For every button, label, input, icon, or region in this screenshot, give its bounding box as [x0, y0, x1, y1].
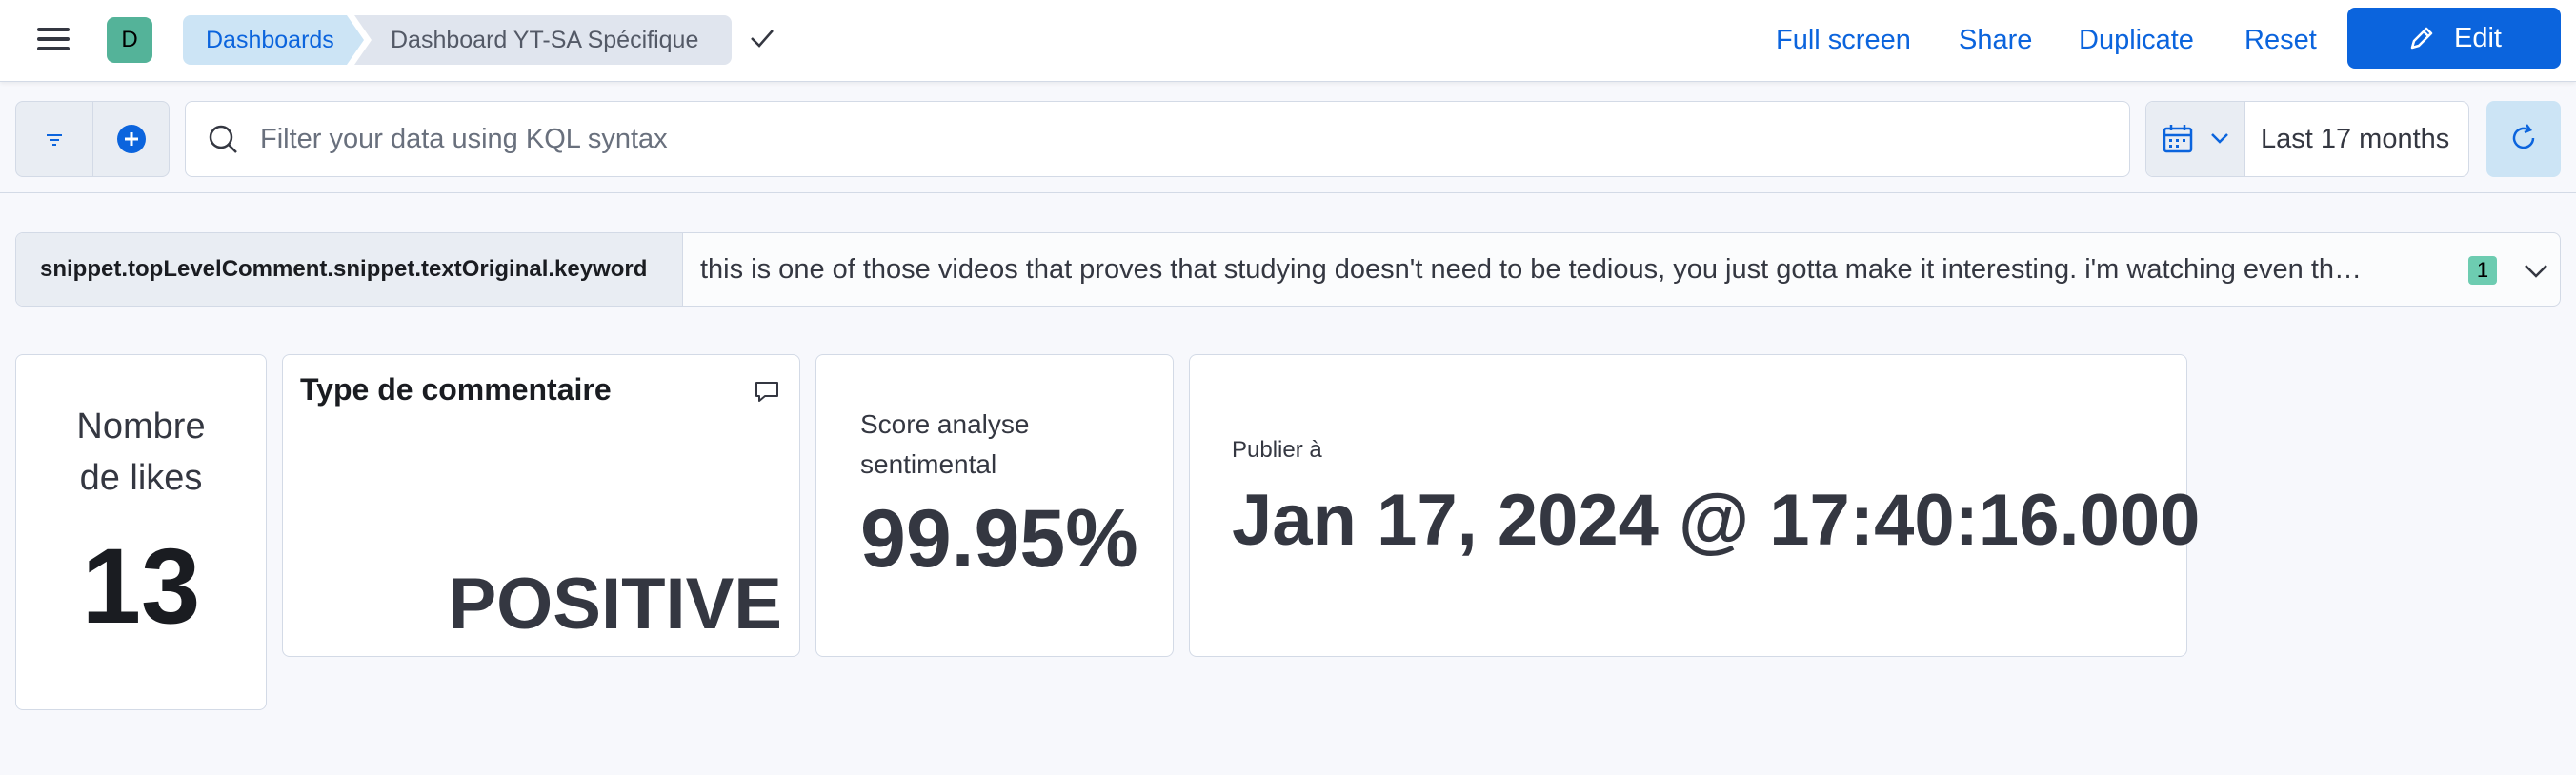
metric-label-line: Nombre	[76, 407, 206, 447]
full-screen-button[interactable]: Full screen	[1776, 21, 1911, 59]
pencil-icon	[2410, 27, 2433, 50]
metric-label-line: sentimental	[860, 449, 997, 479]
reset-button[interactable]: Reset	[2244, 21, 2317, 59]
metric-label-line: Score analyse	[860, 409, 1030, 439]
duplicate-button[interactable]: Duplicate	[2079, 21, 2194, 59]
control-selected-value[interactable]: this is one of those videos that proves …	[700, 233, 2453, 306]
kql-search-bar[interactable]	[185, 101, 2130, 177]
refresh-button[interactable]	[2486, 101, 2561, 177]
date-picker: Last 17 months	[2145, 101, 2469, 177]
query-bar-separator	[0, 192, 2576, 193]
add-filter-icon[interactable]	[115, 123, 148, 155]
check-icon[interactable]	[749, 25, 775, 51]
top-header: D Dashboards Dashboard YT-SA Spécifique …	[0, 0, 2576, 82]
share-button[interactable]: Share	[1959, 21, 2032, 59]
published-date-panel: Publier à Jan 17, 2024 @ 17:40:16.000	[1189, 354, 2200, 657]
chevron-down-icon[interactable]	[2522, 256, 2550, 285]
selection-count-badge: 1	[2468, 256, 2497, 285]
control-field-label: snippet.topLevelComment.snippet.textOrig…	[16, 233, 683, 306]
metric-label-line: de likes	[79, 458, 203, 498]
divider	[92, 102, 93, 176]
comment-icon[interactable]	[754, 380, 780, 405]
metric-value: 99.95%	[860, 493, 1138, 585]
refresh-icon	[2512, 124, 2535, 149]
space-avatar[interactable]: D	[107, 17, 152, 63]
likes-metric-panel: Nombre de likes 13	[15, 354, 267, 710]
metric-label: Nombre de likes	[16, 401, 266, 504]
metric-label: Score analyse sentimental	[860, 405, 1029, 485]
date-range-label[interactable]: Last 17 months	[2261, 102, 2449, 176]
breadcrumb-dashboards[interactable]: Dashboards	[183, 15, 364, 65]
breadcrumb-current-dashboard: Dashboard YT-SA Spécifique	[354, 15, 732, 65]
metric-label: Publier à	[1232, 437, 1322, 463]
filter-icon[interactable]	[41, 127, 68, 153]
edit-button[interactable]: Edit	[2347, 8, 2561, 69]
calendar-icon	[2163, 125, 2193, 153]
comment-type-panel: Type de commentaire POSITIVE	[282, 354, 800, 657]
search-icon	[209, 125, 237, 153]
panel-title: Type de commentaire	[300, 372, 612, 407]
metric-value: POSITIVE	[448, 564, 782, 645]
metric-value: Jan 17, 2024 @ 17:40:16.000	[1232, 480, 2201, 561]
filter-controls	[15, 101, 170, 177]
metric-value: 13	[81, 527, 201, 646]
hamburger-menu-icon[interactable]	[34, 24, 72, 56]
search-input[interactable]	[260, 117, 2089, 161]
options-list-control[interactable]: snippet.topLevelComment.snippet.textOrig…	[15, 232, 2561, 307]
edit-button-label: Edit	[2454, 23, 2502, 53]
chevron-down-icon	[2211, 133, 2228, 144]
quick-select-button[interactable]	[2146, 102, 2245, 176]
sentiment-score-panel: Score analyse sentimental 99.95%	[815, 354, 1174, 657]
